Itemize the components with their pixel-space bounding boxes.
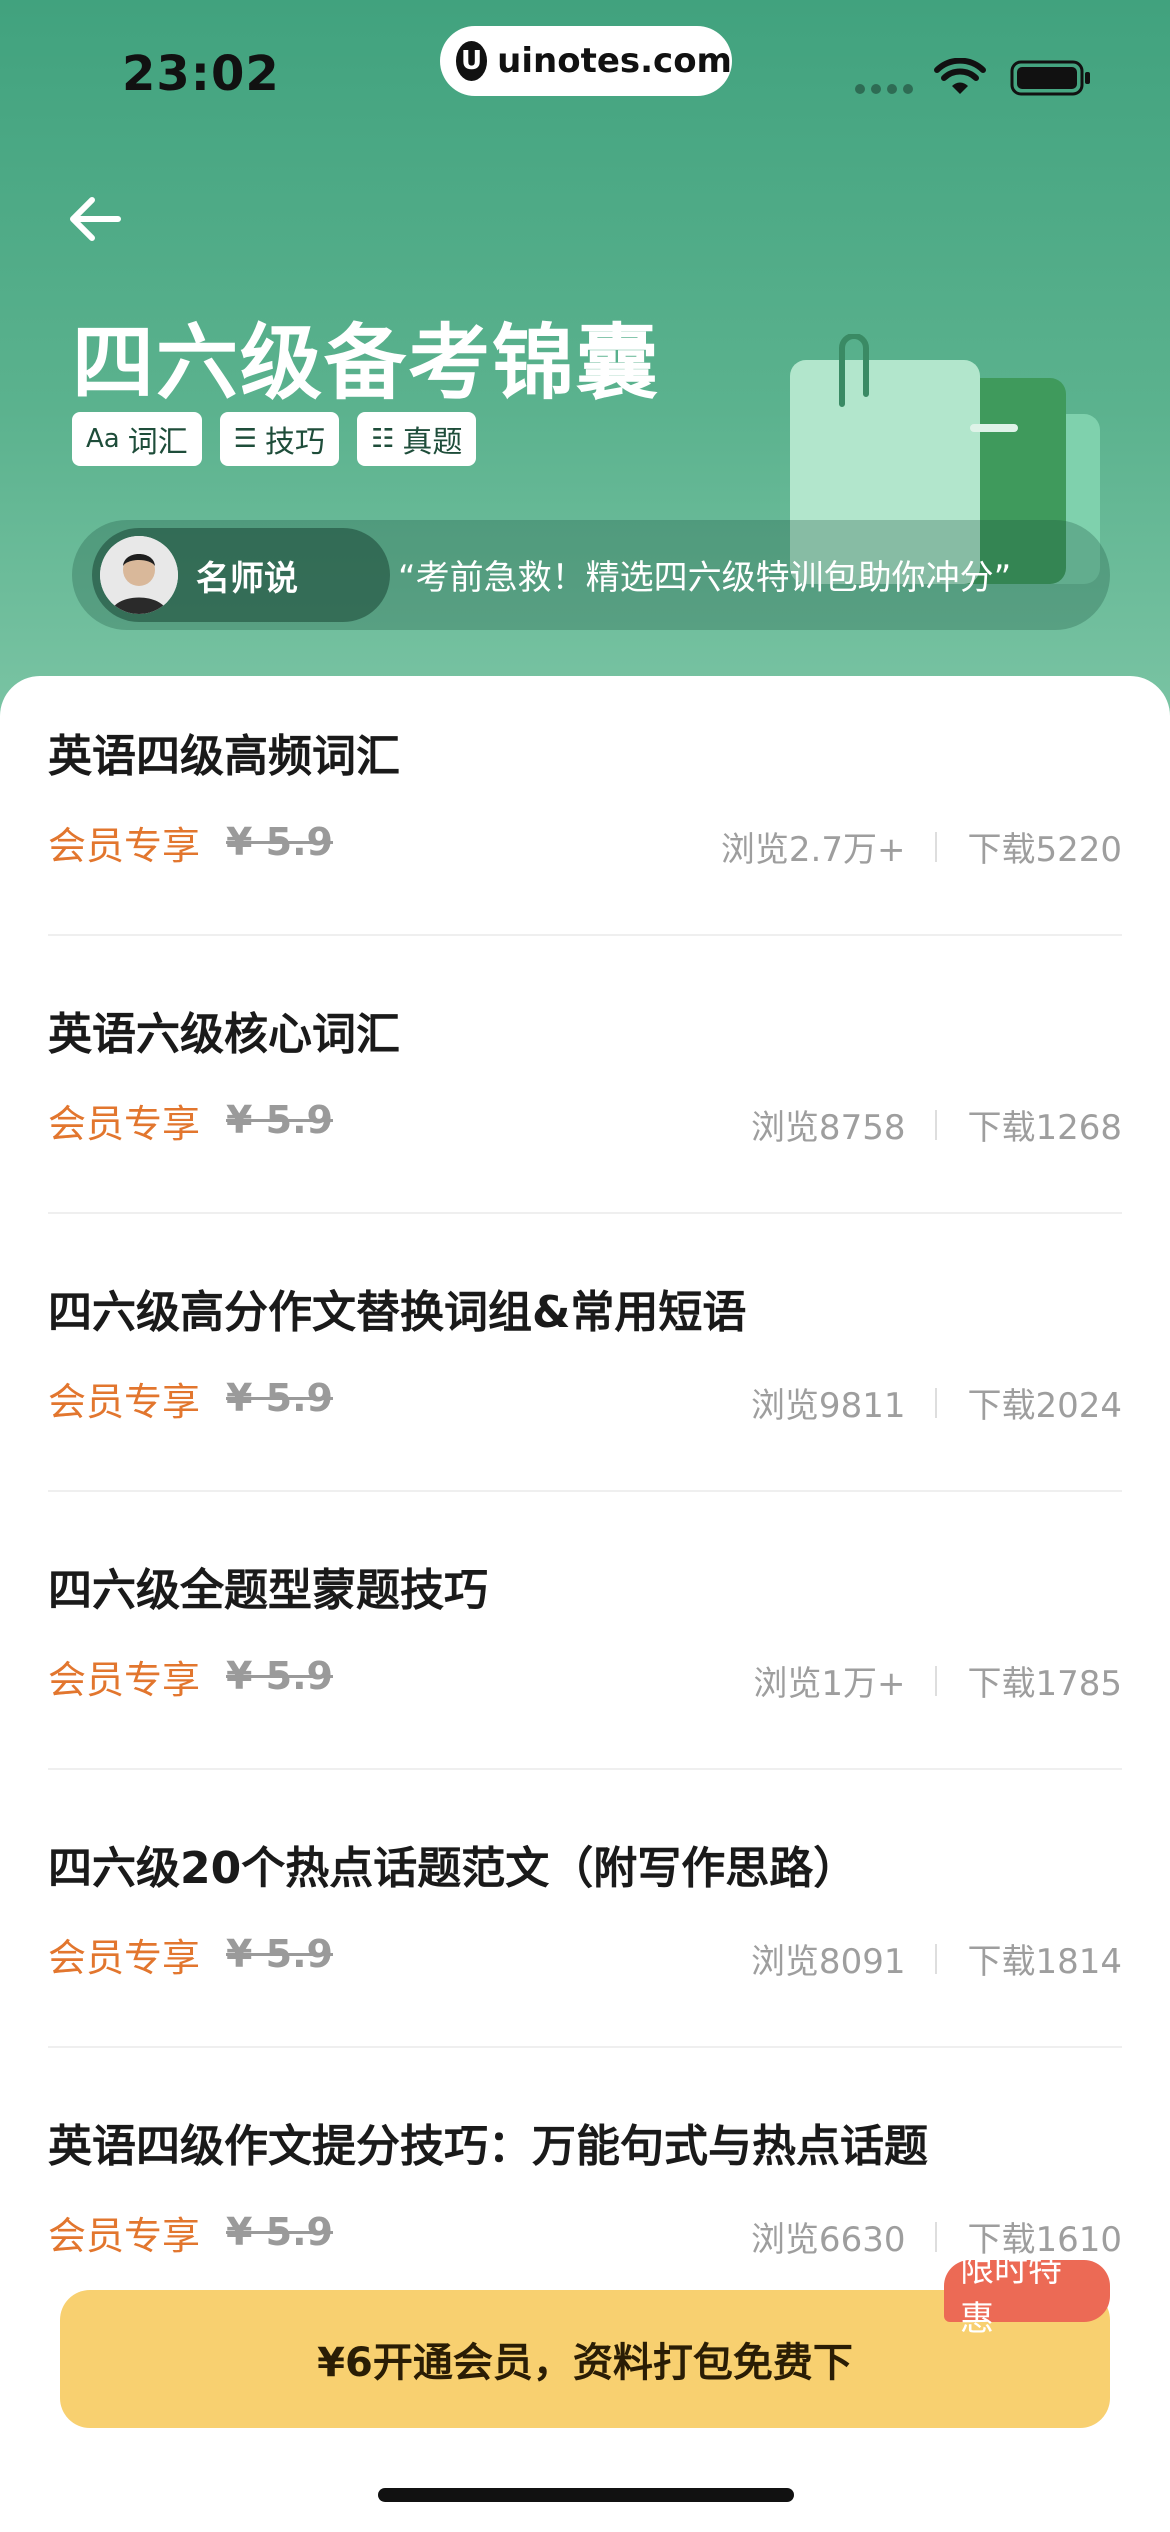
teacher-quote: “考前急救！精选四六级特训包助你冲分” bbox=[398, 558, 1012, 598]
stat-divider bbox=[935, 2221, 938, 2252]
membership-cta: ¥6开通会员，资料打包免费下 限时特惠 bbox=[60, 2250, 1110, 2428]
item-title: 四六级20个热点话题范文（附写作思路） bbox=[48, 1843, 858, 1894]
avatar bbox=[100, 536, 178, 614]
original-price: ¥ 5.9 bbox=[226, 820, 334, 864]
tag-label: 真题 bbox=[402, 425, 463, 460]
view-count: 浏览8091 bbox=[750, 1942, 906, 1982]
list-item[interactable]: 英语四级高频词汇 会员专享 ¥ 5.9 浏览2.7万+ 下载5220 bbox=[48, 720, 1122, 936]
divider bbox=[48, 1490, 1122, 1492]
original-price: ¥ 5.9 bbox=[226, 2210, 334, 2254]
list-item[interactable]: 四六级全题型蒙题技巧 会员专享 ¥ 5.9 浏览1万+ 下载1785 bbox=[48, 1554, 1122, 1770]
divider bbox=[48, 934, 1122, 936]
original-price: ¥ 5.9 bbox=[226, 1376, 334, 1420]
member-exclusive-label: 会员专享 bbox=[48, 1935, 201, 1980]
item-stats: 浏览9811 下载2024 bbox=[751, 1378, 1122, 1427]
list-item[interactable]: 四六级20个热点话题范文（附写作思路） 会员专享 ¥ 5.9 浏览8091 下载… bbox=[48, 1832, 1122, 2048]
list-item[interactable]: 英语六级核心词汇 会员专享 ¥ 5.9 浏览8758 下载1268 bbox=[48, 998, 1122, 1214]
item-title: 四六级高分作文替换词组&常用短语 bbox=[48, 1287, 747, 1338]
member-exclusive-label: 会员专享 bbox=[48, 1379, 201, 1424]
download-count: 下载1814 bbox=[967, 1942, 1122, 1982]
stat-divider bbox=[935, 1387, 938, 1418]
tag-skills: ☰ 技巧 bbox=[219, 412, 340, 466]
book-icon: ☰ bbox=[233, 424, 258, 454]
download-count: 下载2024 bbox=[967, 1386, 1122, 1426]
home-indicator bbox=[378, 2488, 794, 2502]
divider bbox=[48, 1212, 1122, 1214]
tag-label: 技巧 bbox=[265, 425, 326, 460]
member-exclusive-label: 会员专享 bbox=[48, 1101, 201, 1146]
download-count: 下载5220 bbox=[967, 830, 1122, 870]
url-text: uinotes.com bbox=[497, 41, 732, 81]
divider bbox=[48, 1768, 1122, 1770]
item-stats: 浏览8758 下载1268 bbox=[751, 1100, 1122, 1149]
stat-divider bbox=[935, 831, 938, 862]
stat-divider bbox=[935, 1109, 938, 1140]
teacher-portrait-icon bbox=[100, 536, 178, 614]
teacher-label: 名师说 bbox=[196, 558, 298, 599]
member-exclusive-label: 会员专享 bbox=[48, 1657, 201, 1702]
item-title: 四六级全题型蒙题技巧 bbox=[48, 1565, 488, 1616]
member-exclusive-label: 会员专享 bbox=[48, 823, 201, 868]
site-logo-icon: U bbox=[456, 41, 488, 81]
status-time: 23:02 bbox=[122, 46, 280, 102]
letters-icon: Aa bbox=[86, 424, 120, 454]
list-item[interactable]: 四六级高分作文替换词组&常用短语 会员专享 ¥ 5.9 浏览9811 下载202… bbox=[48, 1276, 1122, 1492]
download-count: 下载1268 bbox=[967, 1108, 1122, 1148]
original-price: ¥ 5.9 bbox=[226, 1098, 334, 1142]
item-title: 英语六级核心词汇 bbox=[48, 1009, 400, 1060]
checklist-icon: ☷ bbox=[371, 424, 395, 454]
page-title: 四六级备考锦囊 bbox=[72, 316, 661, 411]
view-count: 浏览1万+ bbox=[753, 1664, 906, 1704]
item-meta: 会员专享 ¥ 5.9 浏览9811 下载2024 bbox=[48, 1372, 1122, 1427]
item-stats: 浏览2.7万+ 下载5220 bbox=[721, 822, 1122, 871]
url-pill: U uinotes.com bbox=[440, 26, 732, 96]
back-arrow-icon[interactable] bbox=[62, 186, 128, 252]
original-price: ¥ 5.9 bbox=[226, 1932, 334, 1976]
item-meta: 会员专享 ¥ 5.9 浏览8091 下载1814 bbox=[48, 1928, 1122, 1983]
view-count: 浏览8758 bbox=[750, 1108, 906, 1148]
view-count: 浏览2.7万+ bbox=[720, 830, 906, 870]
teacher-chip: 名师说 bbox=[92, 528, 390, 622]
teacher-quote-bar: 名师说 “考前急救！精选四六级特训包助你冲分” bbox=[72, 520, 1110, 630]
tag-label: 词汇 bbox=[127, 425, 188, 460]
item-title: 英语四级作文提分技巧：万能句式与热点话题 bbox=[48, 2121, 928, 2172]
item-stats: 浏览1万+ 下载1785 bbox=[753, 1656, 1122, 1705]
header-banner: 23:02 U uinotes.com 四六级备考锦囊 Aa 词汇 ☰ 技巧 ☷… bbox=[0, 0, 1170, 740]
tag-list: Aa 词汇 ☰ 技巧 ☷ 真题 bbox=[72, 412, 477, 466]
item-meta: 会员专享 ¥ 5.9 浏览1万+ 下载1785 bbox=[48, 1650, 1122, 1705]
battery-icon bbox=[1010, 60, 1090, 96]
item-stats: 浏览8091 下载1814 bbox=[751, 1934, 1122, 1983]
item-meta: 会员专享 ¥ 5.9 浏览2.7万+ 下载5220 bbox=[48, 816, 1122, 871]
stat-divider bbox=[935, 1665, 938, 1696]
wifi-icon bbox=[934, 58, 986, 94]
view-count: 浏览6630 bbox=[750, 2220, 906, 2260]
member-exclusive-label: 会员专享 bbox=[48, 2213, 201, 2258]
view-count: 浏览9811 bbox=[750, 1386, 906, 1426]
tag-past-papers: ☷ 真题 bbox=[357, 412, 477, 466]
divider bbox=[48, 2046, 1122, 2048]
limited-offer-badge: 限时特惠 bbox=[944, 2250, 1110, 2339]
item-title: 英语四级高频词汇 bbox=[48, 731, 400, 782]
tag-vocabulary: Aa 词汇 bbox=[72, 412, 202, 466]
cellular-signal-icon bbox=[855, 84, 913, 94]
download-count: 下载1785 bbox=[967, 1664, 1122, 1704]
item-meta: 会员专享 ¥ 5.9 浏览8758 下载1268 bbox=[48, 1094, 1122, 1149]
stat-divider bbox=[935, 1943, 938, 1974]
original-price: ¥ 5.9 bbox=[226, 1654, 334, 1698]
list-item[interactable]: 英语四级作文提分技巧：万能句式与热点话题 会员专享 ¥ 5.9 浏览6630 下… bbox=[48, 2110, 1122, 2260]
